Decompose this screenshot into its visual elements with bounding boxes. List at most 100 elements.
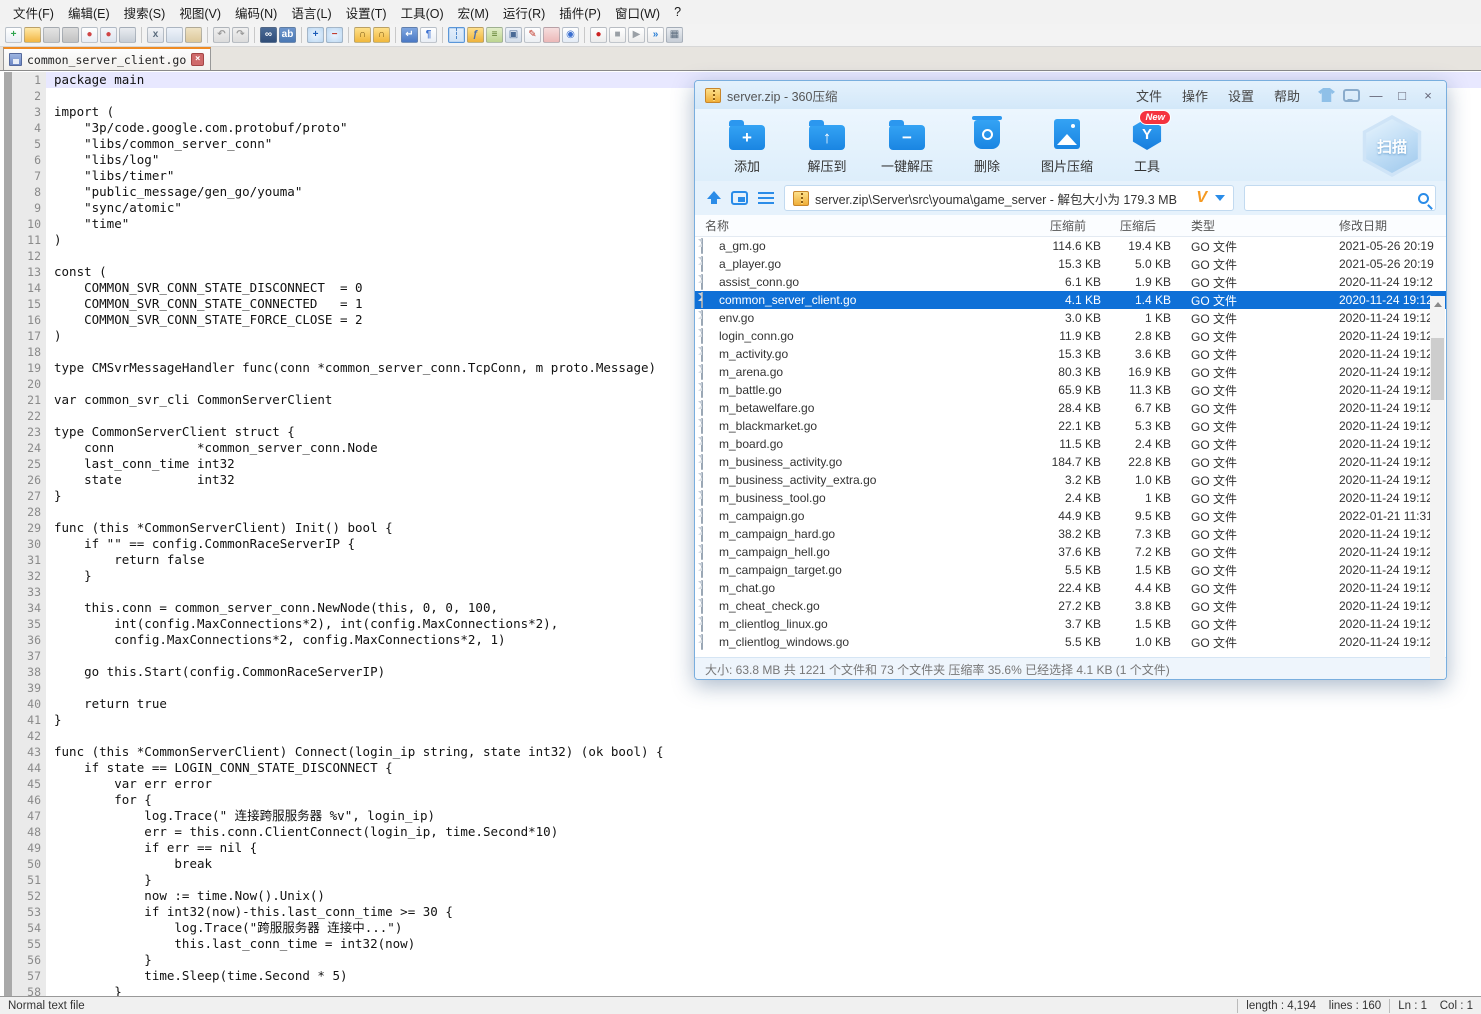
col-size-after[interactable]: 压缩后 <box>1101 217 1171 234</box>
menu-item[interactable]: 工具(O) <box>394 0 451 25</box>
v-logo[interactable]: V <box>1196 189 1207 207</box>
zip-toolbar-tools-hexagon[interactable]: YNew工具 <box>1111 117 1183 181</box>
undo-icon[interactable]: ↶ <box>213 27 230 43</box>
plugin-pen-icon[interactable]: ✎ <box>524 27 541 43</box>
zip-menu-item[interactable]: 帮助 <box>1264 84 1310 107</box>
close-doc-icon[interactable]: ● <box>81 27 98 43</box>
col-name[interactable]: 名称 <box>695 217 995 234</box>
zip-column-header[interactable]: 名称 压缩前 压缩后 类型 修改日期 <box>695 215 1446 237</box>
doc-switcher-icon[interactable]: ▣ <box>505 27 522 43</box>
file-row[interactable]: m_campaign_hard.go38.2 KB7.3 KBGO 文件2020… <box>695 525 1446 543</box>
file-row[interactable]: m_chat.go22.4 KB4.4 KBGO 文件2020-11-24 19… <box>695 579 1446 597</box>
file-row[interactable]: common_server_client.go4.1 KB1.4 KBGO 文件… <box>695 291 1446 309</box>
zip-menu-item[interactable]: 操作 <box>1172 84 1218 107</box>
menu-item[interactable]: 运行(R) <box>496 0 552 25</box>
file-row[interactable]: m_board.go11.5 KB2.4 KBGO 文件2020-11-24 1… <box>695 435 1446 453</box>
word-wrap-icon[interactable]: ↵ <box>401 27 418 43</box>
view-mode-icon[interactable] <box>731 191 748 205</box>
zip-toolbar-trash[interactable]: 删除 <box>951 117 1023 181</box>
file-row[interactable]: m_activity.go15.3 KB3.6 KBGO 文件2020-11-2… <box>695 345 1446 363</box>
menu-item[interactable]: 编码(N) <box>228 0 284 25</box>
file-row[interactable]: m_business_tool.go2.4 KB1 KBGO 文件2020-11… <box>695 489 1446 507</box>
menu-item[interactable]: 宏(M) <box>451 0 496 25</box>
file-row[interactable]: m_battle.go65.9 KB11.3 KBGO 文件2020-11-24… <box>695 381 1446 399</box>
file-row[interactable]: a_player.go15.3 KB5.0 KBGO 文件2021-05-26 … <box>695 255 1446 273</box>
menu-item[interactable]: 语言(L) <box>284 0 338 25</box>
zoom-in-icon[interactable]: + <box>307 27 324 43</box>
file-row[interactable]: assist_conn.go6.1 KB1.9 KBGO 文件2020-11-2… <box>695 273 1446 291</box>
macro-run-multi-icon[interactable]: » <box>647 27 664 43</box>
maximize-button[interactable]: □ <box>1392 85 1412 105</box>
macro-stop-icon[interactable]: ■ <box>609 27 626 43</box>
file-row[interactable]: m_betawelfare.go28.4 KB6.7 KBGO 文件2020-1… <box>695 399 1446 417</box>
zip-menu-item[interactable]: 文件 <box>1126 84 1172 107</box>
new-file-icon[interactable]: + <box>5 27 22 43</box>
minimize-button[interactable]: — <box>1366 85 1386 105</box>
menu-item[interactable]: 搜索(S) <box>117 0 173 25</box>
close-all-docs-icon[interactable]: ● <box>100 27 117 43</box>
menu-item[interactable]: 编辑(E) <box>61 0 117 25</box>
list-view-icon[interactable] <box>758 192 774 204</box>
macro-play-icon[interactable]: ▶ <box>628 27 645 43</box>
scan-button[interactable]: 扫描 <box>1358 115 1426 177</box>
file-row[interactable]: m_cheat_check.go27.2 KB3.8 KBGO 文件2020-1… <box>695 597 1446 615</box>
replace-icon[interactable]: ab <box>279 27 296 43</box>
redo-icon[interactable]: ↷ <box>232 27 249 43</box>
search-box[interactable] <box>1244 185 1436 211</box>
zip-toolbar-image-compress[interactable]: 图片压缩 <box>1031 117 1103 181</box>
menu-item[interactable]: 窗口(W) <box>608 0 667 25</box>
cut-icon[interactable]: x <box>147 27 164 43</box>
save-all-icon[interactable] <box>62 27 79 43</box>
search-input[interactable] <box>1251 191 1418 205</box>
folder-workspace-icon[interactable] <box>543 27 560 43</box>
monitor-eye-icon[interactable]: ◉ <box>562 27 579 43</box>
file-row[interactable]: env.go3.0 KB1 KBGO 文件2020-11-24 19:12 <box>695 309 1446 327</box>
file-row[interactable]: m_clientlog_windows.go5.5 KB1.0 KBGO 文件2… <box>695 633 1446 651</box>
zoom-out-icon[interactable]: − <box>326 27 343 43</box>
find-icon[interactable]: ∞ <box>260 27 277 43</box>
tab-close-icon[interactable]: × <box>191 53 204 66</box>
menu-item[interactable]: 设置(T) <box>339 0 394 25</box>
zip-toolbar-folder-add[interactable]: +添加 <box>711 117 783 181</box>
tab-common-server-client[interactable]: common_server_client.go × <box>3 47 211 70</box>
file-row[interactable]: a_gm.go114.6 KB19.4 KBGO 文件2021-05-26 20… <box>695 237 1446 255</box>
save-icon[interactable] <box>43 27 60 43</box>
sync-horizontal-icon[interactable]: ∩ <box>373 27 390 43</box>
file-row[interactable]: m_blackmarket.go22.1 KB5.3 KBGO 文件2020-1… <box>695 417 1446 435</box>
chevron-down-icon[interactable] <box>1215 195 1225 201</box>
file-row[interactable]: m_business_activity_extra.go3.2 KB1.0 KB… <box>695 471 1446 489</box>
menu-item[interactable]: 视图(V) <box>172 0 228 25</box>
paste-icon[interactable] <box>185 27 202 43</box>
print-icon[interactable] <box>119 27 136 43</box>
zip-title-bar[interactable]: server.zip - 360压缩 文件操作设置帮助 — □ × <box>695 81 1446 109</box>
menu-item[interactable]: ? <box>667 2 688 22</box>
document-map-icon[interactable]: ≡ <box>486 27 503 43</box>
close-button[interactable]: × <box>1418 85 1438 105</box>
indent-guide-icon[interactable]: ┆ <box>448 27 465 43</box>
copy-icon[interactable] <box>166 27 183 43</box>
search-icon[interactable] <box>1418 193 1429 204</box>
file-row[interactable]: login_conn.go11.9 KB2.8 KBGO 文件2020-11-2… <box>695 327 1446 345</box>
open-file-icon[interactable] <box>24 27 41 43</box>
zip-scrollbar[interactable] <box>1430 296 1445 680</box>
file-row[interactable]: m_clientlog_linux.go3.7 KB1.5 KBGO 文件202… <box>695 615 1446 633</box>
zip-menu-item[interactable]: 设置 <box>1218 84 1264 107</box>
menu-item[interactable]: 文件(F) <box>6 0 61 25</box>
col-size-before[interactable]: 压缩前 <box>995 217 1101 234</box>
col-date[interactable]: 修改日期 <box>1312 217 1431 234</box>
macro-save-icon[interactable]: ▦ <box>666 27 683 43</box>
sync-vertical-icon[interactable]: ∩ <box>354 27 371 43</box>
path-field[interactable]: server.zip\Server\src\youma\game_server … <box>784 185 1234 211</box>
scroll-thumb[interactable] <box>1431 338 1444 400</box>
zip-toolbar-folder-oneclick[interactable]: −一键解压 <box>871 117 943 181</box>
show-symbol-icon[interactable]: ¶ <box>420 27 437 43</box>
file-row[interactable]: m_business_activity.go184.7 KB22.8 KBGO … <box>695 453 1446 471</box>
skin-icon[interactable] <box>1318 88 1335 102</box>
file-row[interactable]: m_campaign_hell.go37.6 KB7.2 KBGO 文件2020… <box>695 543 1446 561</box>
scroll-up-icon[interactable] <box>1430 296 1445 312</box>
feedback-icon[interactable] <box>1343 89 1360 102</box>
up-level-icon[interactable] <box>707 191 721 205</box>
file-row[interactable]: m_arena.go80.3 KB16.9 KBGO 文件2020-11-24 … <box>695 363 1446 381</box>
col-type[interactable]: 类型 <box>1171 217 1312 234</box>
zip-toolbar-folder-extract[interactable]: ↑解压到 <box>791 117 863 181</box>
